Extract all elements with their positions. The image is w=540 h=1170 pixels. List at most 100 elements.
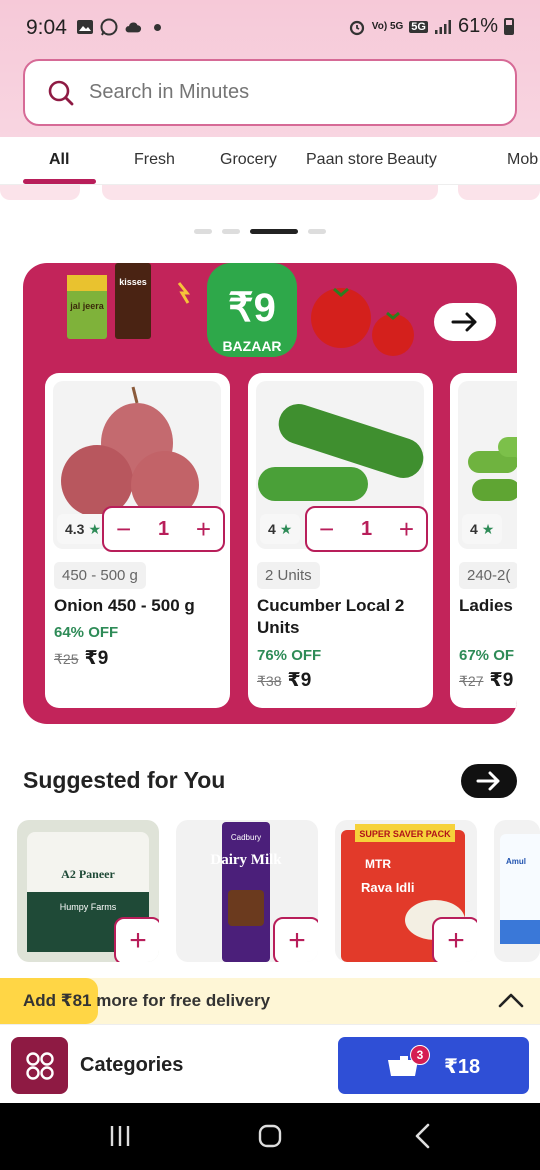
more-notifications-dot [154, 23, 161, 31]
category-tabs: All Fresh Grocery Paan store Beauty Mob [0, 137, 540, 185]
price-row: ₹25 ₹9 [54, 647, 108, 670]
pack-label: A2 Paneer [61, 867, 115, 881]
rating-value: 4.3 [65, 521, 85, 537]
selling-price: ₹9 [287, 670, 312, 691]
mrp: ₹27 [459, 673, 484, 689]
mrp: ₹25 [54, 651, 79, 667]
categories-icon [25, 1051, 54, 1080]
decrement-button[interactable]: − [116, 516, 131, 542]
quantity-value: 1 [360, 517, 373, 540]
tab-all[interactable]: All [49, 151, 69, 169]
selling-price: ₹9 [84, 648, 109, 669]
search-icon [48, 80, 74, 105]
back-icon[interactable] [410, 1123, 436, 1149]
status-time: 9:04 [26, 16, 67, 39]
suggested-product-card[interactable]: SUPER SAVER PACK MTR Rava Idli + [335, 820, 477, 962]
add-button[interactable]: + [273, 917, 318, 962]
arrow-right-icon [451, 312, 477, 332]
pack-label: Dairy Milk [210, 852, 282, 868]
categories-label[interactable]: Categories [80, 1054, 183, 1077]
product-name: Ladies 240-26 [459, 596, 517, 615]
pack-label: kisses [119, 277, 147, 287]
banner-peek-center[interactable] [102, 185, 438, 200]
decrement-button[interactable]: − [319, 516, 334, 542]
jal-jeera-pack-icon: jal jeera [67, 275, 107, 339]
home-icon[interactable] [257, 1123, 283, 1149]
carousel-dot [222, 229, 240, 234]
badge-value: ₹9 [228, 286, 276, 330]
quantity-stepper[interactable]: − 1 + [102, 506, 225, 552]
spark-icon [177, 282, 191, 304]
pack-brand: Humpy Farms [60, 902, 117, 912]
alarm-icon [349, 20, 364, 35]
whatsapp-icon [100, 18, 118, 36]
gallery-icon [77, 20, 93, 34]
recent-apps-icon[interactable] [107, 1123, 133, 1149]
tab-paan-store[interactable]: Paan store [306, 151, 383, 169]
pack-label: Rava Idli [361, 880, 414, 895]
system-status: Vo) 5G 5G 61% [348, 15, 514, 38]
suggested-product-card[interactable]: Dairy Milk Cadbury + [176, 820, 318, 962]
pack-brand: Cadbury [231, 833, 261, 842]
nine-rupee-badge: ₹9 BAZAAR [207, 263, 297, 357]
arrow-right-icon [476, 771, 500, 791]
status-bar: 9:04 Vo) 5G 5G 61% [0, 0, 540, 56]
free-delivery-message: Add ₹81 more for free delivery [23, 991, 271, 1010]
discount-label: 64% OFF [54, 624, 119, 641]
rating-value: 4 [268, 521, 276, 537]
suggested-see-all-button[interactable] [461, 764, 517, 798]
banner-peek [0, 185, 540, 201]
search-input[interactable] [89, 81, 449, 104]
tab-fresh[interactable]: Fresh [134, 151, 175, 169]
cart-count-badge: 3 [410, 1045, 430, 1065]
chocolate-pack-icon: kisses [115, 263, 151, 339]
add-button[interactable]: + [432, 917, 477, 962]
bazaar-products: 4.3 ★ − 1 + 450 - 500 g Onion 450 - 500 g… [45, 373, 517, 708]
pack-size: 2 Units [257, 562, 320, 589]
bazaar-see-all-button[interactable] [434, 303, 496, 341]
quantity-value: 1 [157, 517, 170, 540]
view-cart-button[interactable]: 3 ₹18 [338, 1037, 529, 1094]
banner-peek-right[interactable] [458, 185, 540, 200]
pack-label: Amul [506, 857, 526, 866]
categories-button[interactable] [11, 1037, 68, 1094]
product-card[interactable]: 4★ 240-2( Ladies 240-26 67% OF ₹27 ₹9 [450, 373, 517, 708]
pack-size: 450 - 500 g [54, 562, 146, 589]
banner-peek-left[interactable] [0, 185, 80, 200]
selling-price: ₹9 [489, 670, 514, 691]
product-card[interactable]: 4 ★ − 1 + 2 Units Cucumber Local 2 Units … [248, 373, 433, 708]
pack-label: jal jeera [69, 301, 105, 311]
tab-mobile[interactable]: Mob [507, 151, 538, 169]
section-title: Suggested for You [23, 767, 226, 793]
free-delivery-bar[interactable]: Add ₹81 more for free delivery [0, 978, 540, 1024]
quantity-stepper[interactable]: − 1 + [305, 506, 428, 552]
tab-beauty[interactable]: Beauty [387, 151, 437, 169]
suggested-product-card[interactable]: A2 Paneer Humpy Farms + [17, 820, 159, 962]
price-row: ₹27 ₹9 [459, 669, 513, 692]
search-bar[interactable] [23, 59, 517, 126]
rating-badge: 4 ★ [260, 514, 301, 544]
volte-label: Vo) 5G [371, 20, 404, 32]
product-name: Cucumber Local 2 Units [257, 596, 405, 637]
add-button[interactable]: + [114, 917, 159, 962]
product-card[interactable]: 4.3 ★ − 1 + 450 - 500 g Onion 450 - 500 g… [45, 373, 230, 708]
header: 9:04 Vo) 5G 5G 61% [0, 0, 540, 137]
star-icon: ★ [88, 520, 102, 537]
chevron-up-icon[interactable] [497, 988, 525, 1012]
pack-tag: SUPER SAVER PACK [359, 829, 451, 839]
price-row: ₹38 ₹9 [257, 669, 311, 692]
increment-button[interactable]: + [196, 516, 211, 542]
badge-word: BAZAAR [222, 338, 281, 354]
increment-button[interactable]: + [399, 516, 414, 542]
milk-pack-icon: Amul [500, 834, 540, 944]
nine-rupee-bazaar: jal jeera kisses ₹9 BAZAAR 4.3 ★ − 1 + 4… [23, 263, 517, 724]
pack-size: 240-2( [459, 562, 517, 589]
tomato-icon [311, 287, 414, 356]
tab-grocery[interactable]: Grocery [220, 151, 277, 169]
notification-icons [76, 18, 161, 36]
mrp: ₹38 [257, 673, 282, 689]
network-label: 5G [409, 20, 428, 33]
suggested-product-card[interactable]: Amul [494, 820, 540, 962]
product-name: Onion 450 - 500 g [54, 596, 195, 615]
app-screen: 9:04 Vo) 5G 5G 61% All Fresh Groc [0, 0, 540, 1170]
